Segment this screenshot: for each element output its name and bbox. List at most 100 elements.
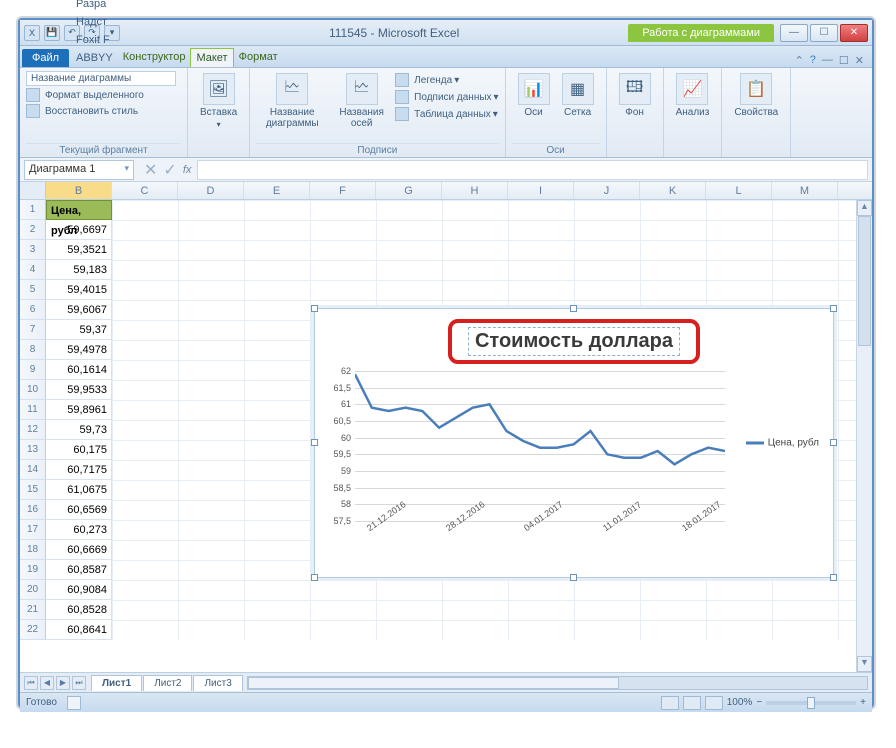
minimize-button[interactable]: — (780, 24, 808, 42)
data-cell[interactable]: 59,37 (46, 320, 112, 340)
axes-button[interactable]: 📊Оси (512, 70, 556, 121)
row-header[interactable]: 12 (20, 420, 46, 440)
data-cell[interactable]: 60,6669 (46, 540, 112, 560)
sheet-nav-prev[interactable]: ◀ (40, 676, 54, 690)
zoom-in-icon[interactable]: + (860, 697, 866, 708)
column-header[interactable]: M (772, 182, 838, 199)
fx-icon[interactable]: fx (177, 164, 198, 176)
data-cell[interactable]: 59,4015 (46, 280, 112, 300)
column-header[interactable]: I (508, 182, 574, 199)
excel-icon[interactable]: X (24, 25, 40, 41)
doc-close-icon[interactable]: ✕ (855, 54, 864, 67)
data-cell[interactable]: 60,8587 (46, 560, 112, 580)
column-header[interactable]: K (640, 182, 706, 199)
data-cell[interactable]: 59,6067 (46, 300, 112, 320)
row-header[interactable]: 5 (20, 280, 46, 300)
column-header[interactable]: J (574, 182, 640, 199)
row-header[interactable]: 17 (20, 520, 46, 540)
tab-надст[interactable]: Надст (71, 13, 118, 31)
zoom-level[interactable]: 100% (727, 697, 753, 708)
axis-titles-button[interactable]: 🗠Названия осей (328, 70, 395, 132)
sheet-nav-last[interactable]: ⏭ (72, 676, 86, 690)
view-page-layout-icon[interactable] (683, 696, 701, 710)
sheet-nav-first[interactable]: ⏮ (24, 676, 38, 690)
name-box[interactable]: Диаграмма 1 (24, 160, 134, 180)
data-table-button[interactable]: Таблица данных ▾ (395, 106, 498, 122)
tab-разра[interactable]: Разра (71, 0, 118, 13)
row-header[interactable]: 8 (20, 340, 46, 360)
column-header[interactable]: G (376, 182, 442, 199)
row-header[interactable]: 10 (20, 380, 46, 400)
tab-file[interactable]: Файл (22, 49, 69, 67)
doc-restore-icon[interactable]: ☐ (839, 54, 849, 67)
data-cell[interactable]: 61,0675 (46, 480, 112, 500)
insert-button[interactable]: 🖼Вставка▾ (194, 70, 243, 132)
embedded-chart[interactable]: Стоимость доллара 57,55858,55959,56060,5… (314, 308, 834, 578)
data-cell[interactable]: 60,6569 (46, 500, 112, 520)
data-cell[interactable]: 59,3521 (46, 240, 112, 260)
row-header[interactable]: 1 (20, 200, 46, 220)
help-icon[interactable]: ? (810, 54, 816, 67)
select-all-corner[interactable] (20, 182, 46, 199)
data-cell[interactable]: 59,183 (46, 260, 112, 280)
data-cell[interactable]: 60,1614 (46, 360, 112, 380)
data-cell[interactable]: 60,8528 (46, 600, 112, 620)
doc-min-icon[interactable]: — (822, 54, 833, 67)
minimize-ribbon-icon[interactable]: ⌃ (795, 54, 804, 67)
save-icon[interactable]: 💾 (44, 25, 60, 41)
row-header[interactable]: 14 (20, 460, 46, 480)
view-normal-icon[interactable] (661, 696, 679, 710)
macro-record-icon[interactable] (67, 696, 81, 710)
row-header[interactable]: 2 (20, 220, 46, 240)
data-labels-button[interactable]: Подписи данных ▾ (395, 89, 498, 105)
row-header[interactable]: 11 (20, 400, 46, 420)
row-header[interactable]: 22 (20, 620, 46, 640)
background-button[interactable]: 🖽Фон (613, 70, 657, 121)
tab-abbyy[interactable]: ABBYY (71, 49, 118, 67)
data-cell[interactable]: 60,175 (46, 440, 112, 460)
row-header[interactable]: 4 (20, 260, 46, 280)
row-header[interactable]: 9 (20, 360, 46, 380)
row-header[interactable]: 18 (20, 540, 46, 560)
format-selection-button[interactable]: Формат выделенного (26, 87, 181, 103)
data-cell[interactable]: 60,273 (46, 520, 112, 540)
table-header-cell[interactable]: Цена, рубл (46, 200, 112, 220)
row-header[interactable]: 6 (20, 300, 46, 320)
sheet-nav-next[interactable]: ▶ (56, 676, 70, 690)
formula-input[interactable] (197, 160, 868, 180)
plot-area[interactable]: 57,55858,55959,56060,56161,562 21.12.201… (355, 371, 725, 521)
maximize-button[interactable]: ☐ (810, 24, 838, 42)
sheet-tab[interactable]: Лист2 (143, 675, 192, 691)
column-header[interactable]: F (310, 182, 376, 199)
column-header[interactable]: C (112, 182, 178, 199)
zoom-slider[interactable] (766, 701, 856, 705)
data-cell[interactable]: 60,7175 (46, 460, 112, 480)
row-header[interactable]: 3 (20, 240, 46, 260)
vertical-scrollbar[interactable]: ▲ ▼ (856, 200, 872, 672)
data-cell[interactable]: 59,8961 (46, 400, 112, 420)
sheet-tab[interactable]: Лист1 (91, 675, 142, 691)
tab-конструктор[interactable]: Конструктор (118, 48, 191, 67)
chart-element-dropdown[interactable]: Название диаграммы (26, 71, 176, 86)
close-button[interactable]: ✕ (840, 24, 868, 42)
chart-title[interactable]: Стоимость доллара (468, 327, 680, 356)
gridlines-button[interactable]: ▦Сетка (556, 70, 600, 121)
data-cell[interactable]: 59,4978 (46, 340, 112, 360)
row-header[interactable]: 21 (20, 600, 46, 620)
tab-формат[interactable]: Формат (234, 48, 283, 67)
chart-legend[interactable]: Цена, рубл (746, 438, 819, 449)
data-cell[interactable]: 59,73 (46, 420, 112, 440)
data-cell[interactable]: 60,9084 (46, 580, 112, 600)
column-header[interactable]: H (442, 182, 508, 199)
row-header[interactable]: 7 (20, 320, 46, 340)
column-header[interactable]: L (706, 182, 772, 199)
horizontal-scrollbar[interactable] (247, 676, 868, 690)
chart-title-button[interactable]: 🗠Название диаграммы (256, 70, 328, 132)
column-header[interactable]: B (46, 182, 112, 199)
row-header[interactable]: 19 (20, 560, 46, 580)
zoom-out-icon[interactable]: − (756, 697, 762, 708)
row-header[interactable]: 20 (20, 580, 46, 600)
worksheet[interactable]: BCDEFGHIJKLM 123456789101112131415161718… (20, 182, 872, 672)
view-page-break-icon[interactable] (705, 696, 723, 710)
legend-button[interactable]: Легенда ▾ (395, 72, 498, 88)
